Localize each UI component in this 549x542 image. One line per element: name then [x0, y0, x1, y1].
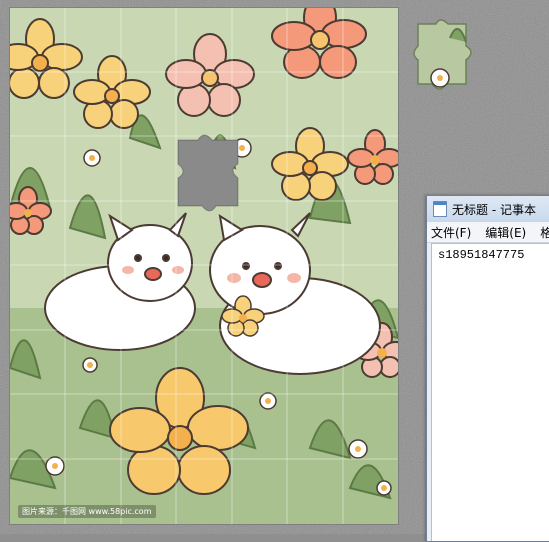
notepad-title: 无标题 - 记事本 [452, 202, 536, 217]
notepad-menubar: 文件(F) 编辑(E) 格 [427, 222, 549, 243]
notepad-content: s18951847775 [438, 248, 525, 262]
notepad-titlebar[interactable]: 无标题 - 记事本 [427, 196, 549, 222]
notepad-window[interactable]: 无标题 - 记事本 文件(F) 编辑(E) 格 s18951847775 [426, 195, 549, 542]
notepad-text-area[interactable]: s18951847775 [431, 243, 549, 541]
notepad-icon [433, 201, 447, 217]
loose-puzzle-piece[interactable] [410, 18, 490, 108]
missing-piece-hole[interactable] [177, 134, 239, 212]
menu-file[interactable]: 文件(F) [431, 224, 471, 241]
menu-edit[interactable]: 编辑(E) [485, 224, 526, 241]
puzzle-board[interactable]: 图片来源：千图网 www.58pic.com [10, 8, 398, 524]
watermark: 图片来源：千图网 www.58pic.com [18, 505, 156, 518]
menu-format[interactable]: 格 [540, 224, 549, 241]
